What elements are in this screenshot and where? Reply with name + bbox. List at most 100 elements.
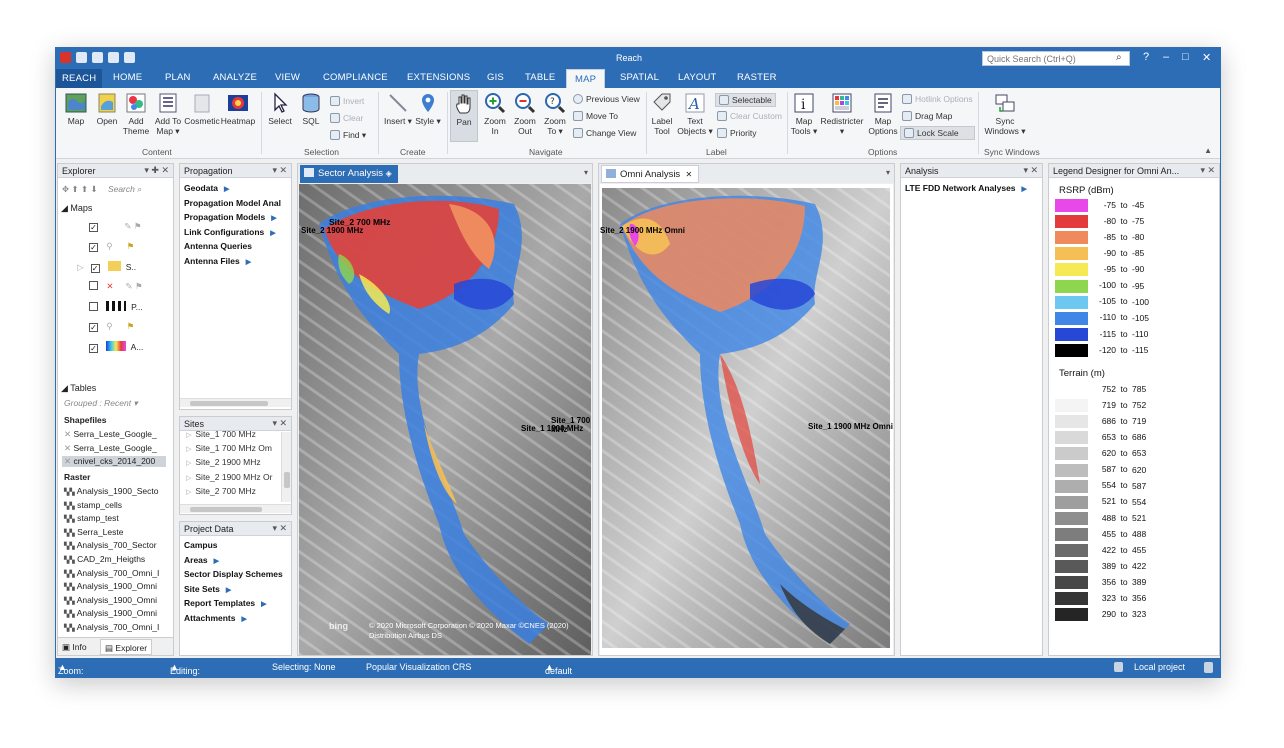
legend-swatch[interactable] <box>1055 343 1088 357</box>
legend-swatch[interactable] <box>1055 479 1088 493</box>
add-theme-button[interactable]: Add Theme <box>122 92 150 136</box>
list-item[interactable]: ▚▚ CAD_2m_Heigths <box>64 554 145 564</box>
list-item[interactable]: Link Configurations ▶ <box>180 225 291 240</box>
sector-map-svg[interactable] <box>299 184 591 655</box>
tab-home[interactable]: HOME <box>113 72 142 83</box>
list-item[interactable]: ▷ Site_2 1900 MHz Or <box>180 470 291 484</box>
panel-controls[interactable]: ▾ ✕ <box>272 165 287 176</box>
list-item[interactable]: ▷ Site_1 700 MHz Om <box>180 441 291 455</box>
layer-checkbox[interactable]: ✓ <box>89 323 98 332</box>
text-objects-button[interactable]: A Text Objects ▾ <box>677 92 713 136</box>
tab-view[interactable]: VIEW <box>275 72 300 83</box>
site-label[interactable]: Site_2 1900 MHz <box>301 226 363 235</box>
legend-swatch[interactable] <box>1055 463 1088 477</box>
legend-swatch[interactable] <box>1055 447 1088 461</box>
list-item[interactable]: ✕ Serra_Leste_Google_ <box>64 443 157 454</box>
layer-row[interactable]: ✓ ⚲ ⚑ <box>89 241 134 252</box>
list-item[interactable]: Antenna Queries <box>180 239 291 254</box>
status-project[interactable]: Local project <box>1134 662 1185 672</box>
list-item[interactable]: ▚▚ Analysis_1900_Secto <box>64 486 158 496</box>
list-item[interactable]: Geodata ▶ <box>180 181 291 196</box>
previous-view-button[interactable]: Previous View <box>573 94 640 104</box>
selectable-toggle[interactable]: Selectable <box>715 93 776 107</box>
layer-row[interactable]: ✓ ⚲ ⚑ <box>89 321 134 332</box>
layer-checkbox[interactable] <box>89 302 98 311</box>
layer-row[interactable]: ✓ A... <box>89 341 143 353</box>
tab-gis[interactable]: GIS <box>487 72 504 83</box>
status-selecting[interactable]: Selecting: None <box>272 662 336 672</box>
search-icon[interactable]: ⌕ <box>137 184 142 194</box>
site-label[interactable]: Site_1 1900 MHz Omni <box>808 422 893 431</box>
collapse-ribbon-icon[interactable]: ▲ <box>1204 146 1212 155</box>
tab-sector-analysis[interactable]: Sector Analysis ◈ <box>300 165 398 183</box>
layer-checkbox[interactable]: ✓ <box>89 344 98 353</box>
list-item[interactable]: ▚▚ Analysis_700_Sector <box>64 540 157 550</box>
omni-map-canvas[interactable]: Site_2 1900 MHz Omni Site_1 1900 MHz Omn… <box>600 184 893 655</box>
list-item[interactable]: Propagation Models ▶ <box>180 210 291 225</box>
legend-swatch[interactable] <box>1055 383 1088 396</box>
heatmap-button[interactable]: Heatmap <box>220 92 256 126</box>
tab-explorer[interactable]: ▤ Explorer <box>100 639 153 655</box>
list-item[interactable]: Areas ▶ <box>180 553 291 568</box>
legend-swatch[interactable] <box>1055 576 1088 590</box>
list-item[interactable]: ▚▚ Analysis_700_Omni_I <box>64 622 159 632</box>
list-item[interactable]: Site Sets ▶ <box>180 582 291 597</box>
legend-swatch[interactable] <box>1055 263 1088 277</box>
list-item[interactable]: Attachments ▶ <box>180 611 291 626</box>
list-item[interactable]: Propagation Model Anal <box>180 196 291 211</box>
tab-compliance[interactable]: COMPLIANCE <box>323 72 388 83</box>
tab-extensions[interactable]: EXTENSIONS <box>407 72 470 83</box>
tab-layout[interactable]: LAYOUT <box>678 72 717 83</box>
legend-swatch[interactable] <box>1055 279 1088 293</box>
find-button[interactable]: Find ▾ <box>330 130 366 141</box>
select-button[interactable]: Select <box>266 92 294 126</box>
site-label[interactable]: Site_1 1900 MHz <box>521 424 583 433</box>
map-tools-button[interactable]: i Map Tools ▾ <box>790 92 818 136</box>
legend-swatch[interactable] <box>1055 415 1088 429</box>
tab-table[interactable]: TABLE <box>525 72 555 83</box>
maps-header[interactable]: ◢ Maps <box>61 203 92 214</box>
explorer-controls[interactable]: ▾ ✚ ✕ <box>144 165 169 176</box>
vertical-scrollbar[interactable] <box>281 432 291 502</box>
new-icon[interactable] <box>76 52 87 63</box>
maximize-button[interactable]: □ <box>1182 51 1189 63</box>
layer-checkbox[interactable] <box>89 281 98 290</box>
legend-swatch[interactable] <box>1055 295 1088 309</box>
legend-swatch[interactable] <box>1055 527 1088 541</box>
close-button[interactable]: ✕ <box>1202 51 1211 64</box>
minimize-button[interactable]: – <box>1163 51 1169 63</box>
list-item[interactable]: ▚▚ Analysis_1900_Omni <box>64 581 157 591</box>
list-item[interactable]: ✕ Serra_Leste_Google_ <box>64 429 157 440</box>
legend-swatch[interactable] <box>1055 608 1088 622</box>
tables-header[interactable]: ◢ Tables <box>61 383 96 394</box>
insert-button[interactable]: Insert ▾ <box>384 92 412 126</box>
tab-dropdown-icon[interactable]: ▾ <box>886 168 890 177</box>
status-editing[interactable]: Editing: None ▲ <box>170 662 200 677</box>
list-item[interactable]: ▚▚ Analysis_1900_Omni <box>64 608 157 618</box>
tab-dropdown-icon[interactable]: ▾ <box>584 168 588 177</box>
list-item[interactable]: ▚▚ stamp_test <box>64 513 119 523</box>
tab-plan[interactable]: PLAN <box>165 72 191 83</box>
list-item[interactable]: Antenna Files ▶ <box>180 254 291 269</box>
panel-controls[interactable]: ▾ ✕ <box>1023 165 1038 176</box>
drag-map-button[interactable]: Drag Map <box>902 111 952 121</box>
sync-windows-button[interactable]: Sync Windows ▾ <box>983 92 1027 136</box>
panel-controls[interactable]: ▾ ✕ <box>1200 165 1215 176</box>
search-icon[interactable]: ⌕ <box>1116 52 1122 63</box>
zoom-in-button[interactable]: Zoom In <box>482 92 508 136</box>
list-item-selected[interactable]: ✕ cnivel_cks_2014_200 <box>62 456 166 467</box>
explorer-search[interactable]: Search <box>108 184 135 194</box>
invert-button[interactable]: Invert <box>330 96 364 106</box>
open-button[interactable]: Open <box>93 92 121 126</box>
list-item[interactable]: ▷ Site_1 700 MHz <box>180 431 291 441</box>
legend-swatch[interactable] <box>1055 399 1088 413</box>
tab-info[interactable]: ▣ Info <box>62 642 87 653</box>
list-item[interactable]: ▷ Site_2 1900 MHz <box>180 455 291 469</box>
clear-selection-button[interactable]: Clear <box>330 113 363 123</box>
layer-row[interactable]: ✕ ✎ ⚑ <box>89 281 143 292</box>
quick-search-input[interactable] <box>982 51 1130 66</box>
site-label[interactable]: Site_2 1900 MHz Omni <box>600 226 685 235</box>
status-zoom[interactable]: Zoom: 3,082 km ▲ <box>58 662 84 677</box>
open-icon[interactable] <box>92 52 103 63</box>
sql-button[interactable]: SQL <box>296 92 326 126</box>
